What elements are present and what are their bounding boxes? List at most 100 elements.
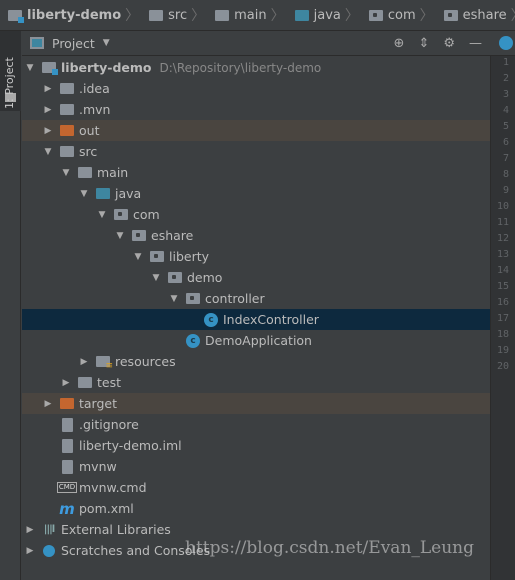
tree-item[interactable]: ▼ com	[22, 204, 490, 225]
collapsed-arrow-icon[interactable]: ▶	[59, 378, 73, 388]
line-number: 3	[502, 89, 509, 100]
collapse-all-icon[interactable]: ⇕	[418, 36, 429, 51]
line-number-gutter: 1 2 3 4 5 6 7 8 9 10 11 12 13 14 15 16 17 18 19 20	[490, 31, 515, 580]
breadcrumb-separator-icon: 〉	[419, 8, 434, 24]
locate-icon[interactable]: ⊕	[394, 36, 405, 51]
tree-item-label: .gitignore	[79, 417, 139, 432]
tree-item[interactable]: c IndexController	[22, 309, 490, 330]
tree-item-label: liberty	[169, 249, 210, 264]
iml-file-icon	[59, 438, 75, 453]
breadcrumb-item[interactable]: src 〉	[149, 5, 211, 25]
spring-class-icon: c	[185, 333, 201, 348]
line-number: 12	[496, 233, 509, 244]
tree-item[interactable]: ▼ eshare	[22, 225, 490, 246]
collapsed-arrow-icon[interactable]: ▶	[23, 525, 37, 535]
breadcrumb-item[interactable]: liberty-demo 〉	[8, 5, 145, 25]
gear-icon[interactable]: ⚙	[443, 36, 455, 51]
tree-item[interactable]: ▼ liberty-demo D:\Repository\liberty-demo	[22, 57, 490, 78]
tree-item-label: External Libraries	[61, 522, 171, 537]
expanded-arrow-icon[interactable]: ▼	[131, 252, 145, 262]
line-number: 19	[496, 345, 509, 356]
line-number: 18	[496, 329, 509, 340]
expanded-arrow-icon[interactable]: ▼	[23, 63, 37, 73]
package-icon	[368, 9, 383, 21]
tree-item[interactable]: ▶ out	[22, 120, 490, 141]
tree-item[interactable]: CMD mvnw.cmd	[22, 477, 490, 498]
excluded-folder-icon	[59, 124, 75, 138]
tree-item[interactable]: ▼ liberty	[22, 246, 490, 267]
tree-item-label: mvnw.cmd	[79, 480, 147, 495]
text-file-icon	[59, 417, 75, 432]
expanded-arrow-icon[interactable]: ▼	[77, 189, 91, 199]
tree-item[interactable]: ▶ |||l External Libraries	[22, 519, 490, 540]
line-number: 2	[502, 73, 509, 84]
tree-item[interactable]: ▼ java	[22, 183, 490, 204]
editor-tab[interactable]	[490, 31, 515, 56]
text-file-icon	[59, 459, 75, 474]
package-icon	[131, 229, 147, 243]
view-selector[interactable]: Project	[52, 36, 95, 51]
breadcrumb-item[interactable]: eshare〉	[443, 5, 515, 25]
collapsed-arrow-icon[interactable]: ▶	[41, 105, 55, 115]
folder-icon	[59, 103, 75, 117]
package-icon	[185, 292, 201, 306]
tree-item-label: pom.xml	[79, 501, 134, 516]
breadcrumb-item[interactable]: main 〉	[215, 5, 290, 25]
folder-icon	[215, 9, 230, 21]
tree-item-label: resources	[115, 354, 176, 369]
tree-item[interactable]: ▶ .idea	[22, 78, 490, 99]
project-panel: Project ▼ ⊕ ⇕ ⚙ — ▼ liberty-demo D:\Reposi…	[22, 31, 490, 580]
tree-item[interactable]: ▼ src	[22, 141, 490, 162]
line-number: 5	[502, 121, 509, 132]
tree-item[interactable]: .gitignore	[22, 414, 490, 435]
package-icon	[167, 271, 183, 285]
collapsed-arrow-icon[interactable]: ▶	[77, 357, 91, 367]
breadcrumb-label: liberty-demo	[27, 7, 122, 23]
chevron-down-icon[interactable]: ▼	[103, 38, 110, 48]
breadcrumb-item[interactable]: com 〉	[368, 5, 440, 25]
breadcrumb-label: main	[234, 7, 267, 23]
expanded-arrow-icon[interactable]: ▼	[59, 168, 73, 178]
expanded-arrow-icon[interactable]: ▼	[113, 231, 127, 241]
line-number: 1	[502, 57, 509, 68]
source-folder-icon	[294, 9, 309, 21]
project-tool-tab-label[interactable]: 1: Project	[3, 57, 16, 109]
tree-item[interactable]: ▶ test	[22, 372, 490, 393]
tree-item[interactable]: liberty-demo.iml	[22, 435, 490, 456]
tree-item[interactable]: ▶ target	[22, 393, 490, 414]
tree-item[interactable]: ▼ main	[22, 162, 490, 183]
expanded-arrow-icon[interactable]: ▼	[41, 147, 55, 157]
tree-item[interactable]: mvnw	[22, 456, 490, 477]
cmd-file-icon: CMD	[56, 482, 78, 493]
tree-item[interactable]: ▼ controller	[22, 288, 490, 309]
line-number: 7	[502, 153, 509, 164]
tree-item[interactable]: c DemoApplication	[22, 330, 490, 351]
tree-item-label: com	[133, 207, 160, 222]
minimize-icon[interactable]: —	[469, 36, 482, 51]
tree-item[interactable]: m pom.xml	[22, 498, 490, 519]
expanded-arrow-icon[interactable]: ▼	[95, 210, 109, 220]
resources-folder-icon	[95, 355, 113, 371]
line-number: 10	[496, 201, 509, 212]
folder-icon	[77, 166, 93, 180]
expanded-arrow-icon[interactable]: ▼	[149, 273, 163, 283]
tree-item-label: eshare	[151, 228, 194, 243]
line-number: 17	[496, 313, 509, 324]
line-number: 4	[502, 105, 509, 116]
line-number: 13	[496, 249, 509, 260]
tree-item-label: controller	[205, 291, 265, 306]
expanded-arrow-icon[interactable]: ▼	[167, 294, 181, 304]
breadcrumb-label: com	[387, 7, 416, 23]
collapsed-arrow-icon[interactable]: ▶	[41, 126, 55, 136]
package-icon	[149, 250, 165, 264]
tree-item[interactable]: ▶ resources	[22, 351, 490, 372]
tree-item-label: target	[79, 396, 118, 411]
tree-item-label: out	[79, 123, 100, 138]
tree-item[interactable]: ▶ .mvn	[22, 99, 490, 120]
tree-item[interactable]: ▼ demo	[22, 267, 490, 288]
collapsed-arrow-icon[interactable]: ▶	[23, 546, 37, 556]
collapsed-arrow-icon[interactable]: ▶	[41, 84, 55, 94]
collapsed-arrow-icon[interactable]: ▶	[41, 399, 55, 409]
breadcrumb-item[interactable]: java 〉	[294, 5, 365, 25]
line-number: 20	[496, 361, 509, 372]
